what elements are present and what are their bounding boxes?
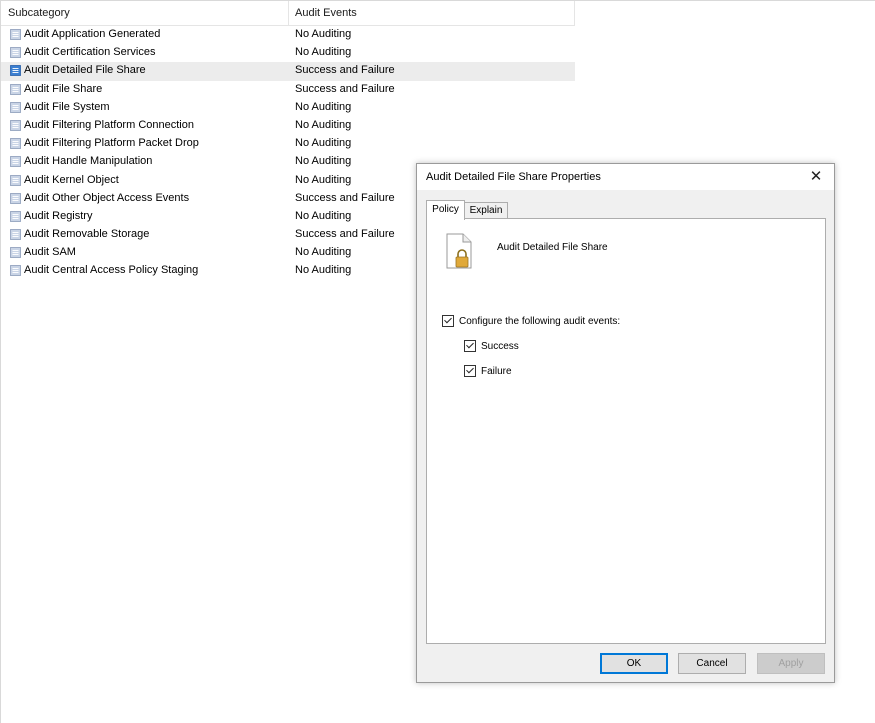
audit-events-value: Success and Failure <box>295 228 395 241</box>
subcategory-name: Audit Central Access Policy Staging <box>24 264 199 277</box>
checkbox-checked-icon[interactable] <box>464 340 476 352</box>
failure-checkbox[interactable]: Failure <box>464 365 512 377</box>
list-row[interactable]: Audit Certification Services No Auditing <box>1 44 575 62</box>
list-row[interactable]: Audit File Share Success and Failure <box>1 81 575 99</box>
properties-dialog: Audit Detailed File Share Properties ✕ P… <box>416 163 835 683</box>
subcategory-name: Audit Application Generated <box>24 28 161 40</box>
audit-events-value: No Auditing <box>295 46 352 59</box>
policy-icon <box>10 156 21 168</box>
checkbox-checked-icon[interactable] <box>464 365 476 377</box>
subcategory-name: Audit File System <box>24 100 110 113</box>
dialog-title: Audit Detailed File Share Properties <box>426 171 601 183</box>
policy-icon <box>10 65 21 77</box>
policy-icon <box>10 229 21 240</box>
list-row[interactable]: Audit File System No Auditing <box>1 99 575 117</box>
dialog-titlebar[interactable]: Audit Detailed File Share Properties ✕ <box>417 164 834 190</box>
locked-document-icon <box>446 233 472 269</box>
policy-icon <box>10 47 21 59</box>
list-row[interactable]: Audit Filtering Platform Connection No Au… <box>1 117 575 135</box>
subcategory-name: Audit Removable Storage <box>24 228 150 241</box>
subcategory-name: Audit Filtering Platform Packet Drop <box>24 137 199 150</box>
close-icon[interactable]: ✕ <box>806 167 826 187</box>
column-separator[interactable] <box>574 1 575 25</box>
failure-label: Failure <box>481 365 512 377</box>
subcategory-name: Audit Handle Manipulation <box>24 155 153 168</box>
column-header-audit-events[interactable]: Audit Events <box>295 7 357 19</box>
apply-button[interactable]: Apply <box>757 653 825 674</box>
configure-audit-events-checkbox[interactable]: Configure the following audit events: <box>442 315 620 327</box>
policy-icon <box>10 174 21 186</box>
success-checkbox[interactable]: Success <box>464 340 519 352</box>
subcategory-name: Audit Other Object Access Events <box>24 191 190 204</box>
policy-icon <box>10 192 21 204</box>
policy-icon <box>10 210 21 222</box>
policy-name: Audit Detailed File Share <box>497 242 608 253</box>
policy-icon <box>10 138 21 150</box>
success-label: Success <box>481 340 519 352</box>
policy-icon <box>10 247 21 259</box>
audit-events-value: No Auditing <box>295 155 352 168</box>
audit-events-value: No Auditing <box>295 246 352 259</box>
audit-events-value: No Auditing <box>295 28 352 40</box>
list-header: Subcategory Audit Events <box>1 1 575 26</box>
subcategory-name: Audit SAM <box>24 246 76 259</box>
audit-events-value: No Auditing <box>295 173 352 186</box>
configure-audit-events-label: Configure the following audit events: <box>459 315 621 327</box>
list-row[interactable]: Audit Application Generated No Auditing <box>1 26 575 44</box>
audit-events-value: No Auditing <box>295 137 352 150</box>
audit-events-value: No Auditing <box>295 264 352 277</box>
subcategory-name: Audit Filtering Platform Connection <box>24 118 194 131</box>
audit-events-value: Success and Failure <box>295 191 395 204</box>
policy-icon <box>10 265 21 277</box>
audit-events-value: Success and Failure <box>295 82 395 95</box>
tab-explain[interactable]: Explain <box>464 202 508 219</box>
policy-icon <box>10 101 21 113</box>
list-row[interactable]: Audit Detailed File Share Success and Fai… <box>1 62 575 81</box>
audit-events-value: Success and Failure <box>295 64 395 77</box>
ok-button[interactable]: OK <box>600 653 668 674</box>
policy-icon <box>10 29 21 40</box>
tab-policy[interactable]: Policy <box>426 200 465 220</box>
subcategory-name: Audit File Share <box>24 82 103 95</box>
column-separator[interactable] <box>288 1 289 25</box>
subcategory-name: Audit Registry <box>24 209 93 222</box>
policy-icon <box>10 120 21 131</box>
column-header-subcategory[interactable]: Subcategory <box>8 7 70 19</box>
audit-events-value: No Auditing <box>295 118 352 131</box>
subcategory-name: Audit Certification Services <box>24 46 156 59</box>
list-row[interactable]: Audit Filtering Platform Packet Drop No A… <box>1 135 575 153</box>
audit-events-value: No Auditing <box>295 100 352 113</box>
subcategory-name: Audit Kernel Object <box>24 173 119 186</box>
checkbox-checked-icon[interactable] <box>442 315 454 327</box>
subcategory-name: Audit Detailed File Share <box>24 64 146 77</box>
policy-tab-panel: Audit Detailed File Share Configure the … <box>426 218 826 644</box>
cancel-button[interactable]: Cancel <box>678 653 746 674</box>
audit-events-value: No Auditing <box>295 209 352 222</box>
policy-icon <box>10 83 21 95</box>
